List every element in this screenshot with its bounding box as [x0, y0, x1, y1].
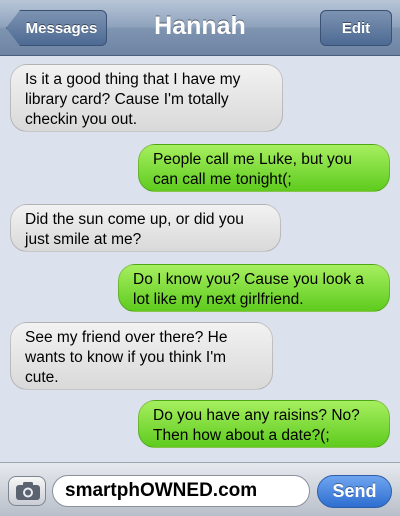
incoming-message-bubble[interactable]: See my friend over there? He wants to kn… [10, 322, 273, 390]
incoming-message-bubble[interactable]: Is it a good thing that I have my librar… [10, 64, 283, 132]
navigation-bar: Messages Hannah Edit [0, 0, 400, 56]
camera-icon [16, 482, 40, 500]
send-button[interactable]: Send [317, 475, 392, 508]
composer-bar: smartphOWNED.com Send [0, 462, 400, 516]
incoming-message-bubble[interactable]: Did the sun come up, or did you just smi… [10, 204, 281, 252]
message-input[interactable]: smartphOWNED.com [52, 475, 310, 507]
outgoing-message-bubble[interactable]: Do you have any raisins? No? Then how ab… [138, 400, 390, 448]
camera-button[interactable] [8, 476, 46, 506]
outgoing-message-bubble[interactable]: People call me Luke, but you can call me… [138, 144, 390, 192]
outgoing-message-bubble[interactable]: Do I know you? Cause you look a lot like… [118, 264, 390, 312]
edit-button[interactable]: Edit [320, 10, 392, 46]
message-thread[interactable]: Is it a good thing that I have my librar… [0, 56, 400, 462]
